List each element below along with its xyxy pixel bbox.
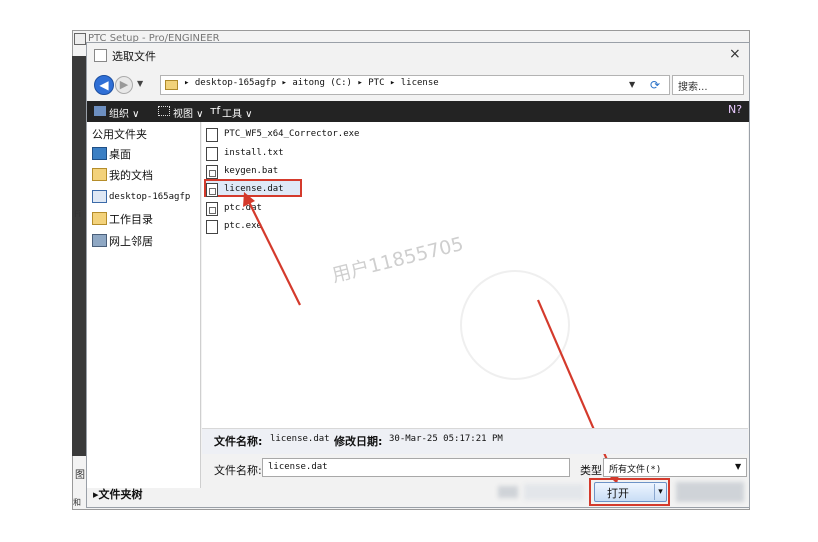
open-button-highlight [589,478,670,506]
blurred-region [524,484,584,500]
chevron-down-icon[interactable]: ▼ [735,462,741,471]
arrowhead-to-license-file [243,192,255,207]
cancel-button-blurred[interactable] [676,482,744,502]
filename-label: 文件名称: [214,464,262,477]
file-type-select[interactable]: 所有文件(*) [603,458,747,477]
details-name-value: license.dat [270,434,330,444]
folder-tree-toggle[interactable]: ▸文件夹树 [93,486,143,502]
details-date-label: 修改日期: [334,435,383,448]
file-type-label: 类型 [580,464,602,477]
filename-input[interactable]: license.dat [262,458,570,477]
details-name-label: 文件名称: [214,435,263,448]
details-date-value: 30-Mar-25 05:17:21 PM [389,434,503,444]
arrow-to-license-file [247,199,301,306]
blurred-region [498,486,518,498]
